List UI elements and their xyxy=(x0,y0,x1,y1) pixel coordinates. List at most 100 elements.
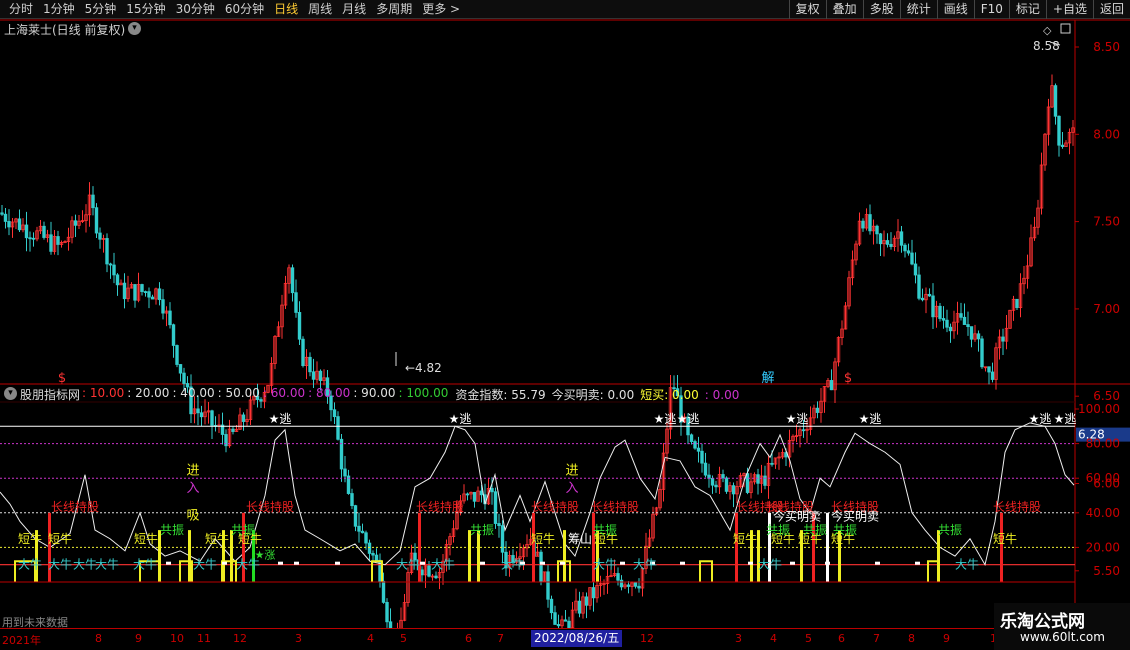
candle-body xyxy=(931,295,935,318)
candle-body xyxy=(161,299,165,314)
dash-marker xyxy=(540,561,545,565)
big-bull-label: 大牛 xyxy=(633,557,657,572)
resonance-label: 共振 xyxy=(803,523,827,537)
resonance-label: 共振 xyxy=(833,523,857,537)
candle-body xyxy=(178,364,183,374)
candle-body xyxy=(763,475,767,486)
candle-body xyxy=(122,282,127,300)
candle-body xyxy=(626,584,631,587)
long-hold-label: 长线持股 xyxy=(416,499,464,514)
candle-body xyxy=(700,450,704,464)
dash-marker xyxy=(560,561,565,565)
candle-body xyxy=(500,525,505,553)
dash-marker xyxy=(222,561,227,565)
candle-body xyxy=(360,530,365,534)
escape-label: ★逃 xyxy=(786,412,809,426)
diamond-icon: ◇ xyxy=(1043,24,1052,37)
candle-body xyxy=(24,224,29,239)
date-axis-label: 3 xyxy=(735,632,742,645)
indicator-tick-label: 40.00 xyxy=(1086,506,1120,520)
candle-body xyxy=(112,264,116,276)
candle-body xyxy=(1060,144,1065,147)
chevron-down-icon[interactable]: ▾ xyxy=(128,22,141,35)
candle-body xyxy=(591,587,596,599)
dash-marker xyxy=(335,561,340,565)
candle-body xyxy=(98,232,102,240)
candle-body xyxy=(703,462,708,476)
candle-body xyxy=(693,441,697,449)
candle-body xyxy=(301,338,305,366)
candle-body xyxy=(721,474,725,479)
candle-body xyxy=(210,410,214,426)
candle-body xyxy=(553,612,557,625)
candle-body xyxy=(941,318,946,321)
short-bull-label: 短牛 xyxy=(18,531,42,546)
indicator-metric: : 0.00 xyxy=(704,388,740,402)
candle-body xyxy=(308,356,312,373)
candle-body xyxy=(143,291,148,293)
candle-body xyxy=(311,371,316,380)
dash-marker xyxy=(166,561,171,565)
date-axis-label: 11 xyxy=(197,632,211,645)
candle-body xyxy=(332,409,337,418)
candle-body xyxy=(889,243,893,247)
price-tick-label: 5.50 xyxy=(1093,564,1120,578)
candle-body xyxy=(1053,85,1058,117)
candle-body xyxy=(927,293,932,297)
indicator-level: : 20.00 xyxy=(127,386,170,400)
candle-body xyxy=(318,370,323,381)
candle-body xyxy=(7,221,11,228)
candle-body xyxy=(105,238,109,265)
candle-body xyxy=(31,237,36,240)
candle-body xyxy=(196,408,200,414)
big-bull-label: 大牛 xyxy=(95,557,119,572)
chip-label: 筹山 xyxy=(568,532,592,546)
candle-body xyxy=(133,284,137,301)
candle-body xyxy=(637,585,641,589)
candle-body xyxy=(910,252,914,265)
candle-body xyxy=(770,462,774,465)
candle-body xyxy=(549,598,554,614)
candle-body xyxy=(885,240,890,245)
candle-body xyxy=(465,493,470,496)
escape-label: ★逃 xyxy=(859,412,882,426)
candle-body xyxy=(976,333,981,340)
indicator-level: : 90.00 xyxy=(353,386,396,400)
candle-body xyxy=(990,371,995,380)
short-bull-label: 短牛 xyxy=(993,531,1017,546)
watermark: 乐淘公式网 www.60lt.com xyxy=(994,603,1130,650)
long-hold-label: 长线持股 xyxy=(591,499,639,514)
date-axis-label: 4 xyxy=(367,632,374,645)
escape-label: ★逃 xyxy=(449,412,472,426)
big-bull-label: 大牛 xyxy=(73,557,97,572)
signal-marker: $ xyxy=(58,371,66,386)
candle-body xyxy=(199,412,204,418)
candle-body xyxy=(108,263,113,266)
indicator-level: : 10.00 xyxy=(82,386,125,400)
candle-body xyxy=(42,225,46,238)
indicator-level: : 40.00 xyxy=(172,386,215,400)
candle-body xyxy=(56,236,60,245)
candle-body xyxy=(948,326,953,332)
dash-marker xyxy=(790,561,795,565)
candle-body xyxy=(945,319,949,328)
chevron-down-icon[interactable]: ▾ xyxy=(4,387,17,400)
candle-body xyxy=(147,291,151,298)
candle-body xyxy=(150,296,155,300)
entry-label: 入 xyxy=(186,481,199,496)
low-price-label: ←4.82 xyxy=(405,361,442,375)
dash-marker xyxy=(875,561,880,565)
date-axis: 2022/08/26/五 2021年 8 9 10 11 12 3 4 5 6 7 12 3 4 5 6 7 8 9… xyxy=(0,628,1075,650)
escape-label: ★逃 xyxy=(654,412,677,426)
candle-body xyxy=(962,316,967,325)
price-tick-label: 7.50 xyxy=(1093,215,1120,229)
candle-body xyxy=(724,477,729,492)
resonance-label: 共振 xyxy=(938,523,962,537)
indicator-tick-label: 80.00 xyxy=(1086,437,1120,451)
candle-body xyxy=(913,263,918,276)
candle-body xyxy=(696,447,701,452)
dash-marker xyxy=(680,561,685,565)
indicator-name[interactable]: 股朋指标网 xyxy=(20,386,80,403)
candle-body xyxy=(367,542,372,554)
date-axis-label: 8 xyxy=(95,632,102,645)
